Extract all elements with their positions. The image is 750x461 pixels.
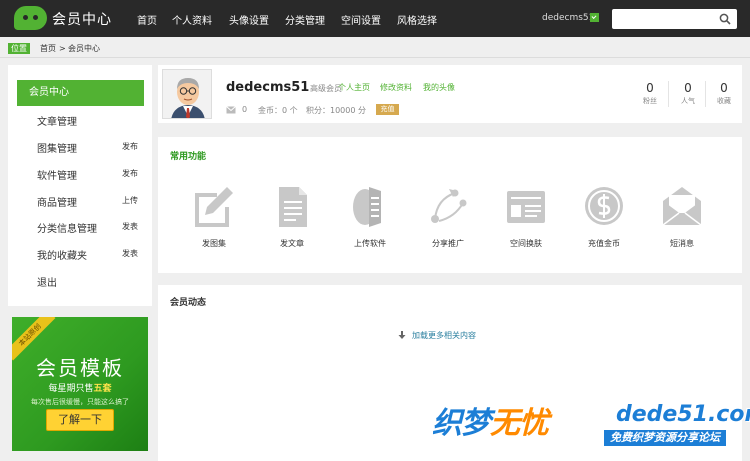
promo-subtitle-text: 每星期只售 — [48, 384, 94, 394]
nav-space-settings[interactable]: 空间设置 — [341, 12, 381, 27]
nav-categories[interactable]: 分类管理 — [285, 12, 325, 27]
sidebar-item-software[interactable]: 软件管理 — [37, 167, 77, 182]
watermark-brand-part1: 织梦 — [432, 406, 491, 441]
promo-subtitle-highlight: 五套 — [93, 384, 112, 394]
points-count: 积分：10000 分 — [306, 106, 366, 115]
share-icon — [431, 189, 467, 223]
func-upload-software[interactable]: 上传软件 — [338, 183, 402, 249]
sidebar-item-classifieds[interactable]: 分类信息管理 — [37, 220, 97, 235]
nav-style[interactable]: 风格选择 — [397, 12, 437, 27]
coin-count: 金币：0 个 — [258, 106, 298, 115]
fans-count[interactable]: 0 — [635, 81, 665, 95]
func-label-recharge-coins: 充值金币 — [588, 239, 620, 248]
search-box — [612, 9, 737, 29]
func-space-skin[interactable]: 空间换肤 — [494, 183, 558, 249]
func-post-album[interactable]: 发图集 — [182, 183, 246, 249]
sidebar: 会员中心 文章管理 图集管理 发布 软件管理 发布 商品管理 上传 分类信息管理… — [8, 65, 152, 306]
software-icon — [353, 187, 381, 227]
watermark: 织梦无忧 dede51.com 免费织梦资源分享论坛 — [426, 396, 750, 461]
func-label-short-message: 短消息 — [670, 239, 694, 248]
envelope-icon — [662, 187, 702, 226]
stat-divider — [705, 81, 706, 107]
common-functions-panel: 常用功能 发图集 发文章 上传软件 分享推广 空间换肤 充值金币 短消息 — [158, 137, 742, 273]
link-homepage[interactable]: 个人主页 — [338, 82, 370, 93]
breadcrumb-divider — [0, 57, 750, 58]
promo-title: 会员模板 — [36, 356, 124, 380]
edit-icon — [195, 187, 233, 227]
func-label-space-skin: 空间换肤 — [510, 239, 542, 248]
breadcrumb-current: 会员中心 — [68, 44, 100, 53]
mail-count: 0 — [242, 105, 248, 114]
link-my-avatar[interactable]: 我的头像 — [423, 82, 455, 93]
func-share-promote[interactable]: 分享推广 — [416, 183, 480, 249]
func-label-post-album: 发图集 — [202, 239, 226, 248]
sidebar-tag-albums-publish[interactable]: 发布 — [122, 141, 138, 152]
promo-note: 每次售后很缓慢，只能这么搞了 — [31, 398, 129, 406]
nav-profile[interactable]: 个人资料 — [172, 12, 212, 27]
stat-divider — [668, 81, 669, 107]
popularity-label: 人气 — [681, 97, 695, 105]
avatar[interactable] — [162, 69, 212, 119]
arrow-down-icon[interactable] — [398, 331, 406, 339]
watermark-slogan: 免费织梦资源分享论坛 — [604, 430, 726, 446]
promo-subtitle: 每星期只售五套 — [12, 381, 148, 394]
favorites-count[interactable]: 0 — [709, 81, 739, 95]
watermark-brand: 织梦无忧 — [432, 398, 549, 442]
sidebar-tag-favorites-post[interactable]: 发表 — [122, 248, 138, 259]
sidebar-tag-classifieds-post[interactable]: 发表 — [122, 221, 138, 232]
promo-learn-more-button[interactable]: 了解一下 — [46, 409, 114, 431]
promo-banner[interactable]: 本站原创 会员模板 每星期只售五套 每次售后很缓慢，只能这么搞了 了解一下 — [12, 317, 148, 451]
func-label-share-promote: 分享推广 — [432, 239, 464, 248]
sidebar-tag-software-publish[interactable]: 发布 — [122, 168, 138, 179]
breadcrumb-tag: 位置 — [8, 43, 30, 54]
popularity-count[interactable]: 0 — [673, 81, 703, 95]
common-functions-title: 常用功能 — [170, 152, 207, 162]
sidebar-item-favorites[interactable]: 我的收藏夹 — [37, 247, 87, 262]
user-name[interactable]: dedecms51 — [542, 13, 594, 23]
sidebar-tag-products-upload[interactable]: 上传 — [122, 195, 138, 206]
func-recharge-coins[interactable]: 充值金币 — [572, 183, 636, 249]
favorites-label: 收藏 — [717, 97, 731, 105]
chat-bubble-logo-icon — [14, 6, 47, 30]
document-icon — [279, 187, 307, 227]
member-activity-title: 会员动态 — [170, 298, 207, 308]
nav-avatar[interactable]: 头像设置 — [229, 12, 269, 27]
watermark-brand-part2: 无忧 — [490, 406, 549, 441]
sidebar-item-articles[interactable]: 文章管理 — [37, 113, 77, 128]
func-short-message[interactable]: 短消息 — [650, 183, 714, 249]
coin-icon — [585, 187, 623, 225]
sidebar-item-member-center[interactable]: 会员中心 — [17, 80, 144, 106]
user-dropdown-icon[interactable] — [590, 13, 599, 22]
func-label-upload-software: 上传软件 — [354, 239, 386, 248]
link-edit-profile[interactable]: 修改资料 — [380, 82, 412, 93]
nav-home[interactable]: 首页 — [137, 12, 157, 27]
mail-icon[interactable] — [226, 106, 236, 114]
skin-icon — [507, 191, 545, 223]
avatar-icon — [163, 70, 211, 118]
logo[interactable]: 会员中心 — [14, 6, 134, 30]
recharge-button[interactable]: 充值 — [376, 104, 399, 115]
top-bar: 会员中心 首页 个人资料 头像设置 分类管理 空间设置 风格选择 dedecms… — [0, 0, 750, 37]
func-post-article[interactable]: 发文章 — [260, 183, 324, 249]
watermark-domain: dede51.com — [616, 402, 750, 427]
sidebar-item-albums[interactable]: 图集管理 — [37, 140, 77, 155]
func-label-post-article: 发文章 — [280, 239, 304, 248]
sidebar-item-logout[interactable]: 退出 — [37, 274, 57, 289]
search-input[interactable] — [616, 12, 716, 26]
sidebar-item-products[interactable]: 商品管理 — [37, 194, 77, 209]
load-more-link[interactable]: 加载更多相关内容 — [412, 330, 476, 341]
fans-label: 粉丝 — [643, 97, 657, 105]
profile-panel: dedecms51 高级会员 个人主页 修改资料 我的头像 0 金币：0 个 积… — [158, 65, 742, 123]
logo-text: 会员中心 — [52, 12, 112, 28]
breadcrumb-separator: > — [59, 44, 66, 53]
profile-username: dedecms51 — [226, 80, 310, 95]
breadcrumb-home[interactable]: 首页 — [40, 43, 56, 54]
search-icon[interactable] — [719, 13, 731, 25]
